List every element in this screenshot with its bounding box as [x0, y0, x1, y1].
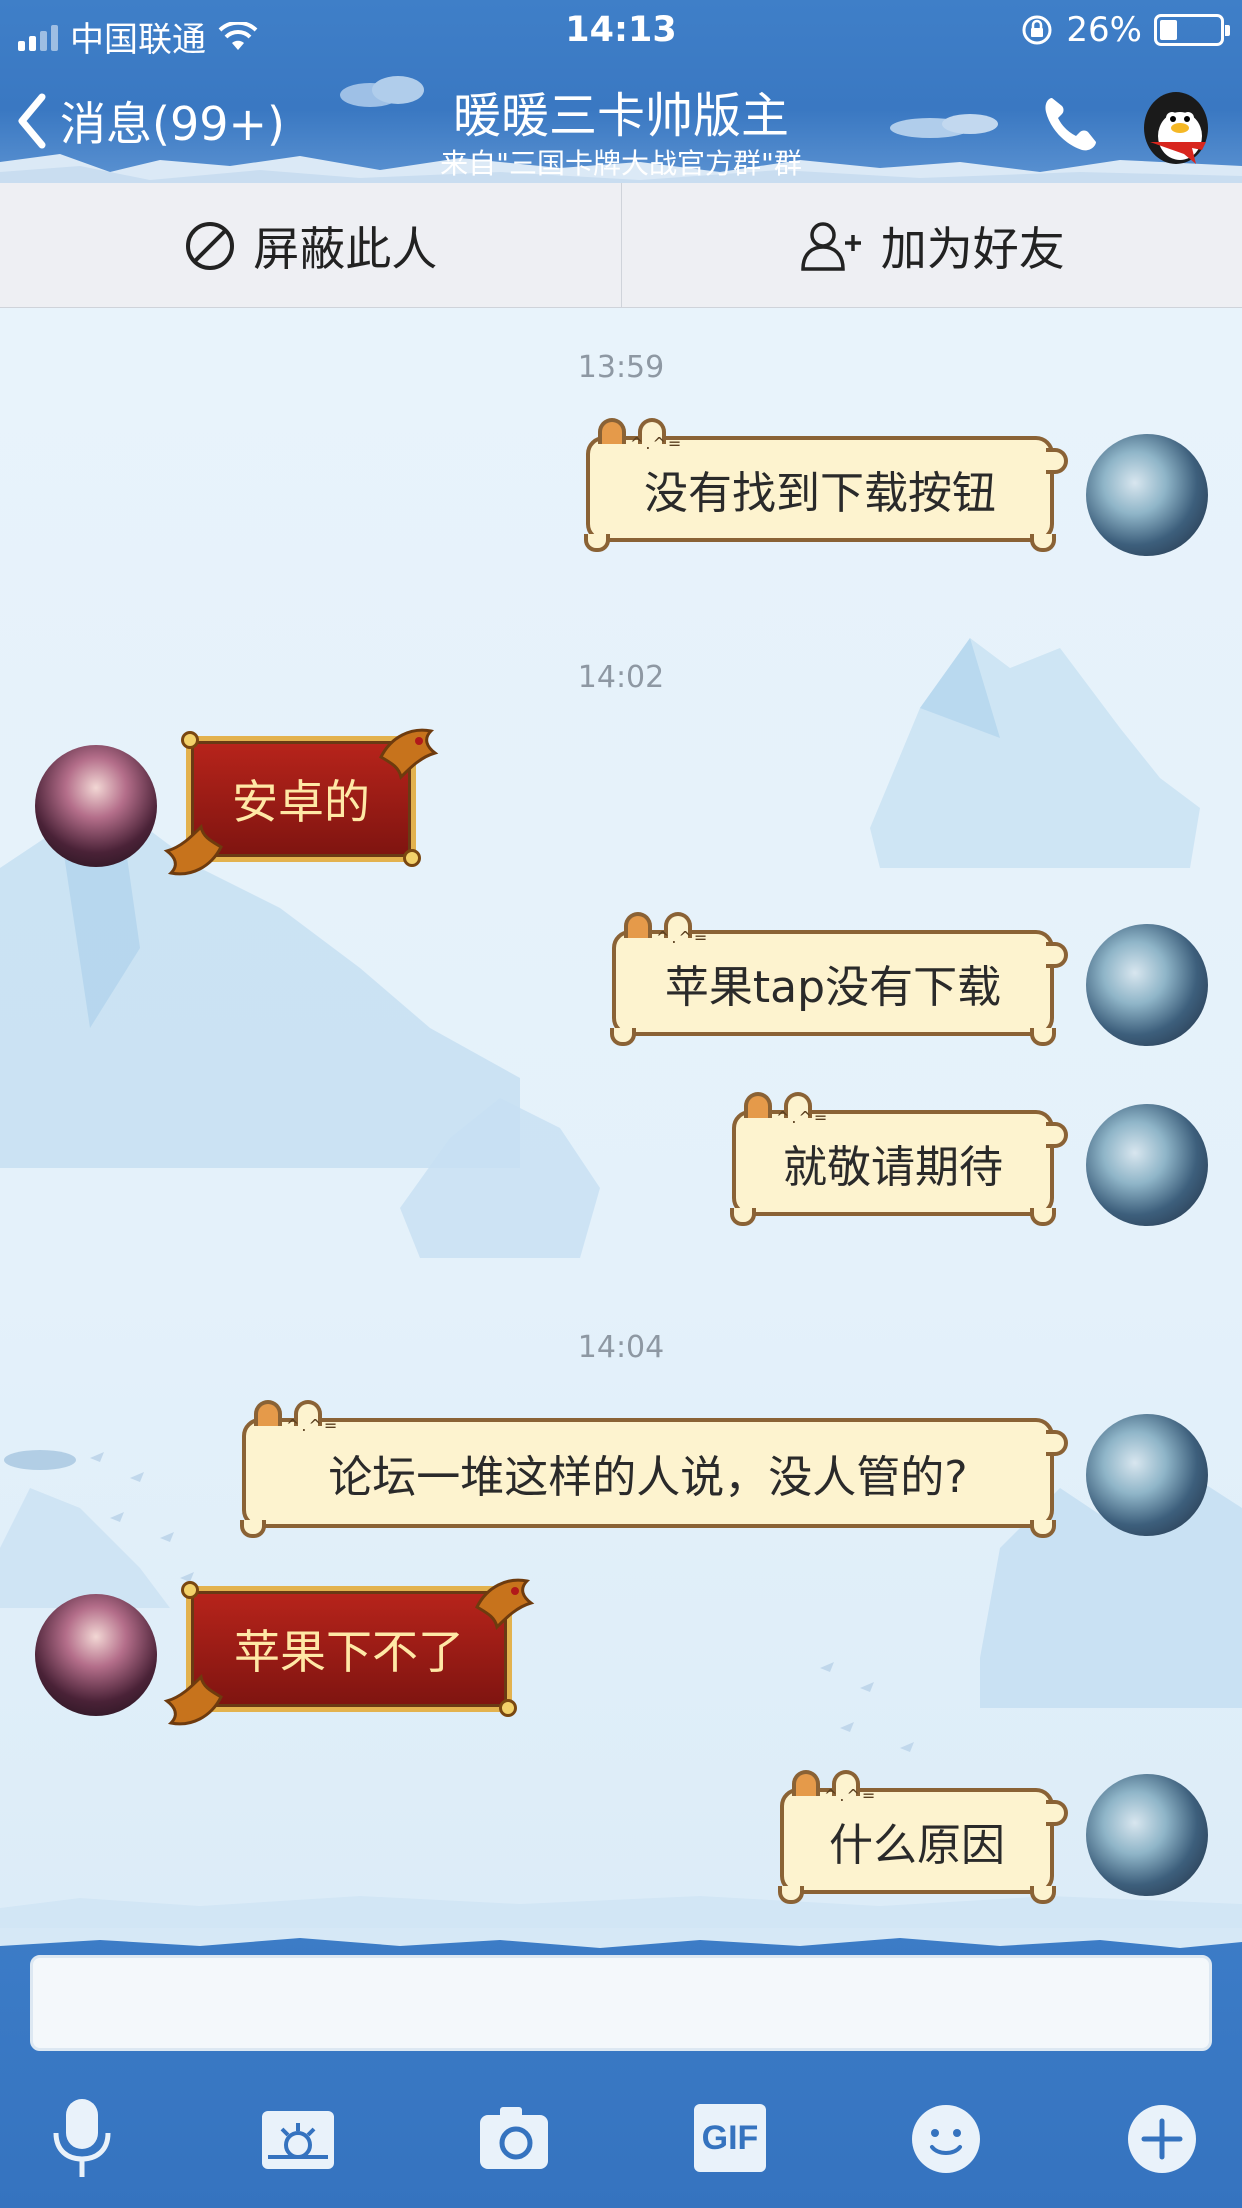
photo-icon[interactable]	[258, 2093, 338, 2183]
dragon-ornament-icon	[475, 1578, 535, 1631]
avatar-self[interactable]	[1086, 1104, 1208, 1226]
battery-percent: 26%	[1066, 10, 1142, 50]
message-text: 论坛一堆这样的人说，没人管的?	[328, 1452, 968, 1503]
avatar-self[interactable]	[1086, 1414, 1208, 1536]
chat-area[interactable]: 13:59 14:02 14:04 ^.^= 没有找到下载按钮 安卓的 ^.^=…	[0, 308, 1242, 1928]
dragon-ornament-icon	[163, 1673, 223, 1726]
action-bar: 屏蔽此人 加为好友	[0, 183, 1242, 308]
message-text: 安卓的	[232, 775, 370, 829]
avatar-contact[interactable]	[35, 745, 157, 867]
dragon-ornament-icon	[163, 823, 223, 876]
message-bubble-sent[interactable]: ^.^= 就敬请期待	[730, 1092, 1068, 1226]
gif-button[interactable]: GIF	[690, 2093, 770, 2183]
message-bubble-received[interactable]: 安卓的	[163, 728, 439, 876]
status-right: 26%	[1020, 10, 1230, 50]
qq-penguin-icon[interactable]	[1136, 84, 1216, 168]
input-area: GIF	[0, 1928, 1242, 2208]
rotation-lock-icon	[1022, 15, 1052, 45]
add-friend-button[interactable]: 加为好友	[622, 183, 1242, 308]
message-bubble-received[interactable]: 苹果下不了	[163, 1578, 535, 1726]
dragon-ornament-icon	[379, 728, 439, 781]
status-bar: 中国联通 14:13 26%	[0, 0, 1242, 60]
message-bubble-sent[interactable]: ^.^= 没有找到下载按钮	[584, 418, 1068, 552]
timestamp: 14:04	[577, 1330, 665, 1365]
timestamp: 14:02	[577, 660, 665, 695]
add-friend-label: 加为好友	[880, 221, 1065, 276]
message-bubble-sent[interactable]: ^.^= 苹果tap没有下载	[610, 912, 1068, 1046]
top-bar: 中国联通 14:13 26% 消息(99+) 暖暖三卡帅版主 来自"三国卡牌大战…	[0, 0, 1242, 183]
block-user-button[interactable]: 屏蔽此人	[0, 183, 621, 308]
message-bubble-sent[interactable]: ^.^= 什么原因	[778, 1770, 1068, 1904]
message-text: 什么原因	[829, 1820, 1005, 1871]
emoji-icon[interactable]	[906, 2093, 986, 2183]
message-text: 没有找到下载按钮	[644, 468, 996, 519]
avatar-contact[interactable]	[35, 1594, 157, 1716]
add-friend-icon	[800, 221, 861, 271]
phone-call-icon[interactable]	[1038, 92, 1102, 156]
avatar-self[interactable]	[1086, 1774, 1208, 1896]
microphone-icon[interactable]	[42, 2093, 122, 2183]
plus-icon[interactable]	[1122, 2093, 1202, 2183]
timestamp: 13:59	[577, 350, 665, 385]
message-text: 苹果下不了	[234, 1625, 464, 1679]
gif-icon: GIF	[694, 2104, 766, 2172]
camera-icon[interactable]	[474, 2093, 554, 2183]
block-user-label: 屏蔽此人	[253, 221, 438, 276]
avatar-self[interactable]	[1086, 434, 1208, 556]
message-input[interactable]	[30, 1955, 1212, 2051]
message-bubble-sent[interactable]: ^.^= 论坛一堆这样的人说，没人管的?	[240, 1400, 1068, 1538]
snow-edge	[0, 1928, 1242, 1948]
block-icon	[186, 221, 235, 270]
battery-icon	[1154, 14, 1230, 46]
message-text: 苹果tap没有下载	[664, 962, 1002, 1013]
avatar-self[interactable]	[1086, 924, 1208, 1046]
input-toolbar: GIF	[0, 2093, 1242, 2193]
message-text: 就敬请期待	[783, 1142, 1003, 1193]
